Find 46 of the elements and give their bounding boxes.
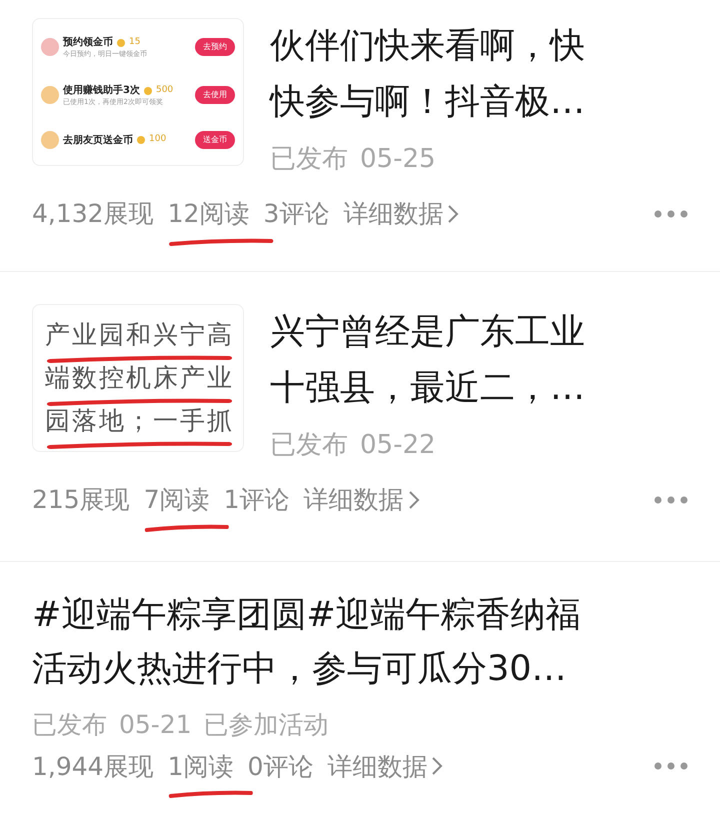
task-title: 预约领金币 <box>63 36 113 50</box>
status-text: 已发布 <box>270 143 348 176</box>
thumbnail-text: 产业园和兴宁高 <box>45 320 234 349</box>
activity-text: 已参加活动 <box>204 709 329 741</box>
more-icon[interactable] <box>654 496 688 504</box>
stat-text: 1,944展现 <box>32 752 154 780</box>
coin-amount: 15 <box>129 36 140 49</box>
stat-text: 4,132展现 <box>32 199 154 228</box>
post-title: 兴宁曾经是广东工业 <box>270 311 585 354</box>
coin-icon <box>117 38 125 46</box>
stat-text: 215展现 <box>32 485 130 514</box>
post-title: #迎端午粽享团圆#迎端午粽香纳福 <box>32 594 581 637</box>
stat-text: 0评论 <box>247 752 314 780</box>
date-text: 05-25 <box>360 143 436 176</box>
more-icon[interactable] <box>654 762 688 770</box>
task-button[interactable]: 去使用 <box>195 86 235 104</box>
chevron-right-icon <box>431 756 444 776</box>
task-button[interactable]: 送金币 <box>195 131 235 149</box>
status-text: 已发布 <box>32 709 107 741</box>
stat-text: 12阅读 <box>168 199 250 228</box>
coin-icon <box>137 136 145 144</box>
task-title: 去朋友页送金币 <box>63 134 133 148</box>
details-link[interactable]: 详细数据 <box>304 481 420 518</box>
coin-amount: 100 <box>149 133 166 146</box>
post-title: 伙伴们快来看啊，快 <box>270 25 585 68</box>
coin-icon <box>144 86 152 94</box>
details-link[interactable]: 详细数据 <box>343 195 460 232</box>
post-title: 活动火热进行中，参与可瓜分30… <box>32 648 568 691</box>
task-button[interactable]: 去预约 <box>195 38 235 56</box>
stat-text: 1阅读 <box>168 752 234 780</box>
chevron-right-icon <box>447 204 460 224</box>
chevron-right-icon <box>408 490 420 510</box>
post-title: 十强县，最近二，… <box>270 367 585 410</box>
status-text: 已发布 <box>270 429 348 462</box>
stat-text: 1评论 <box>224 485 290 514</box>
date-text: 05-22 <box>360 429 436 462</box>
date-text: 05-21 <box>119 709 192 741</box>
details-link[interactable]: 详细数据 <box>327 748 444 785</box>
post-title: 快参与啊！抖音极… <box>270 81 585 124</box>
thumbnail-text: 端数控机床产业 <box>45 362 234 392</box>
thumbnail-text: 园落地；一手抓 <box>45 406 234 436</box>
coin-amount: 500 <box>156 84 174 97</box>
stat-text: 3评论 <box>263 199 330 228</box>
more-icon[interactable] <box>654 210 688 218</box>
task-title: 使用赚钱助手3次 <box>63 83 140 98</box>
stat-text: 7阅读 <box>144 485 210 514</box>
